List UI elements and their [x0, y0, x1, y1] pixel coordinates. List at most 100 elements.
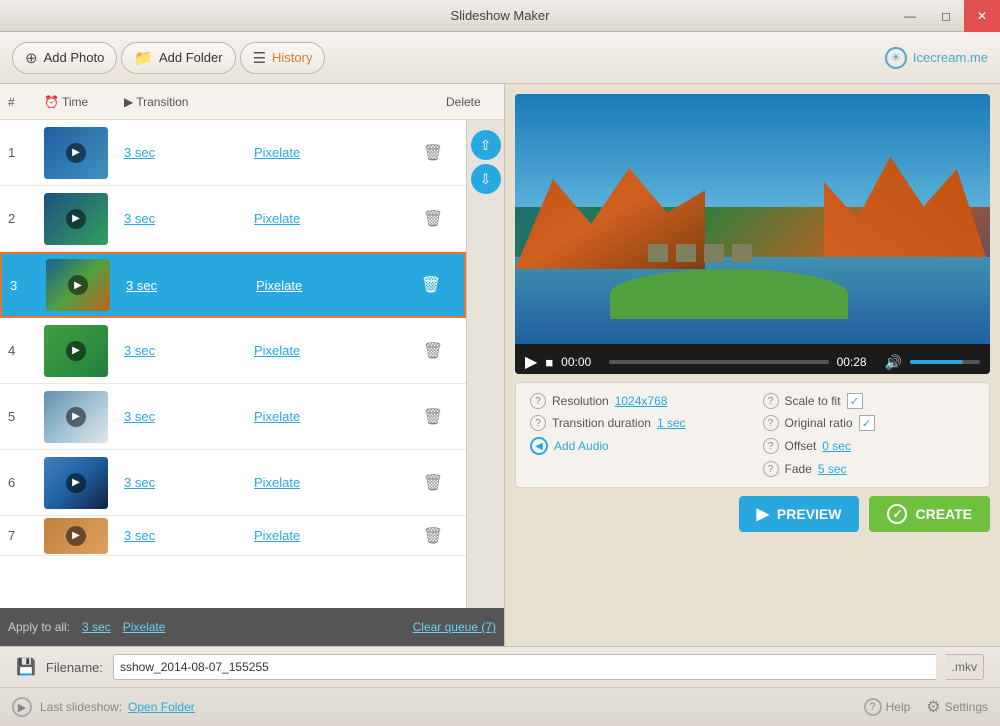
- add-folder-button[interactable]: 📁 Add Folder: [121, 42, 235, 74]
- create-button[interactable]: ✓ CREATE: [869, 496, 990, 532]
- last-slideshow-label: Last slideshow: Open Folder: [40, 700, 195, 714]
- ratio-checkbox[interactable]: ✓: [859, 415, 875, 431]
- play-icon: ▶: [66, 473, 86, 493]
- row-number: 2: [8, 211, 44, 226]
- volume-bar[interactable]: [910, 360, 980, 364]
- delete-button[interactable]: 🗑: [408, 143, 458, 163]
- delete-button[interactable]: 🗑: [408, 341, 458, 361]
- scale-help-icon[interactable]: ?: [763, 393, 779, 409]
- toolbar: ⊕ Add Photo 📁 Add Folder ☰ History ☀ Ice…: [0, 32, 1000, 84]
- resolution-help-icon[interactable]: ?: [530, 393, 546, 409]
- play-icon: ▶: [66, 341, 86, 361]
- volume-fill: [910, 360, 963, 364]
- title-bar: Slideshow Maker — ◻ ✕: [0, 0, 1000, 32]
- offset-help-icon[interactable]: ?: [763, 438, 779, 454]
- resolution-row: ? Resolution 1024x768: [530, 393, 743, 409]
- main-content: # ⏰ Time ▶ Transition Delete 1 ▶: [0, 84, 1000, 646]
- row-time[interactable]: 3 sec: [124, 475, 254, 490]
- settings-button[interactable]: ⚙ Settings: [926, 697, 988, 717]
- play-icon: ▶: [68, 275, 88, 295]
- col-delete-label: Delete: [446, 95, 496, 109]
- row-time[interactable]: 3 sec: [124, 145, 254, 160]
- bottom-area: 💾 Filename: .mkv ▶ Last slideshow: Open …: [0, 646, 1000, 726]
- row-number: 4: [8, 343, 44, 358]
- preview-play-icon: ▶: [757, 504, 769, 524]
- row-transition[interactable]: Pixelate: [254, 409, 408, 424]
- row-number: 6: [8, 475, 44, 490]
- clear-queue-button[interactable]: Clear queue (7): [413, 620, 496, 634]
- fade-value[interactable]: 5 sec: [818, 462, 847, 476]
- delete-button[interactable]: 🗑: [408, 209, 458, 229]
- row-time[interactable]: 3 sec: [124, 528, 254, 543]
- apply-label: Apply to all:: [8, 620, 70, 634]
- table-row[interactable]: 7 ▶ 3 sec Pixelate 🗑: [0, 516, 466, 556]
- table-row[interactable]: 2 ▶ 3 sec Pixelate 🗑: [0, 186, 466, 252]
- preview-button[interactable]: ▶ PREVIEW: [739, 496, 860, 532]
- add-audio-label: Add Audio: [554, 439, 609, 453]
- resolution-value[interactable]: 1024x768: [615, 394, 668, 408]
- scale-checkbox[interactable]: ✓: [847, 393, 863, 409]
- offset-value[interactable]: 0 sec: [822, 439, 851, 453]
- row-number: 5: [8, 409, 44, 424]
- bottom-right-actions: ? Help ⚙ Settings: [864, 697, 988, 717]
- row-transition[interactable]: Pixelate: [254, 211, 408, 226]
- original-ratio-row: ? Original ratio ✓: [763, 415, 976, 431]
- add-photo-button[interactable]: ⊕ Add Photo: [12, 42, 117, 74]
- ratio-help-icon[interactable]: ?: [763, 415, 779, 431]
- row-transition[interactable]: Pixelate: [254, 145, 408, 160]
- help-button[interactable]: ? Help: [864, 698, 911, 716]
- row-transition[interactable]: Pixelate: [254, 343, 408, 358]
- minimize-button[interactable]: —: [892, 0, 928, 32]
- row-time[interactable]: 3 sec: [124, 211, 254, 226]
- filename-row: 💾 Filename: .mkv: [0, 647, 1000, 688]
- fade-row: ? Fade 5 sec: [763, 461, 976, 477]
- filename-ext: .mkv: [946, 654, 984, 680]
- transition-help-icon[interactable]: ?: [530, 415, 546, 431]
- status-row: ▶ Last slideshow: Open Folder ? Help ⚙ S…: [0, 688, 1000, 726]
- history-button[interactable]: ☰ History: [240, 42, 326, 74]
- delete-button[interactable]: 🗑: [406, 275, 456, 295]
- row-time[interactable]: 3 sec: [126, 278, 256, 293]
- row-transition[interactable]: Pixelate: [254, 475, 408, 490]
- table-row[interactable]: 4 ▶ 3 sec Pixelate 🗑: [0, 318, 466, 384]
- row-transition[interactable]: Pixelate: [256, 278, 406, 293]
- row-transition[interactable]: Pixelate: [254, 528, 408, 543]
- add-photo-label: Add Photo: [44, 50, 105, 65]
- clock-icon: ⏰: [44, 95, 59, 109]
- table-row[interactable]: 1 ▶ 3 sec Pixelate 🗑: [0, 120, 466, 186]
- close-button[interactable]: ✕: [964, 0, 1000, 32]
- row-time[interactable]: 3 sec: [124, 409, 254, 424]
- add-audio-button[interactable]: ◀ Add Audio: [530, 437, 743, 455]
- fade-help-icon[interactable]: ?: [763, 461, 779, 477]
- table-row[interactable]: 6 ▶ 3 sec Pixelate 🗑: [0, 450, 466, 516]
- slide-list[interactable]: 1 ▶ 3 sec Pixelate 🗑 2 ▶ 3 s: [0, 120, 466, 608]
- create-check-icon: ✓: [887, 504, 907, 524]
- row-time[interactable]: 3 sec: [124, 343, 254, 358]
- row-number: 1: [8, 145, 44, 160]
- table-header: # ⏰ Time ▶ Transition Delete: [0, 84, 504, 120]
- play-button[interactable]: ▶: [525, 352, 537, 372]
- apply-transition[interactable]: Pixelate: [123, 620, 166, 634]
- video-frame: [515, 94, 990, 344]
- ratio-label: Original ratio: [785, 416, 853, 430]
- volume-icon[interactable]: 🔊: [885, 354, 902, 371]
- move-down-button[interactable]: ⇩: [471, 164, 501, 194]
- restore-button[interactable]: ◻: [928, 0, 964, 32]
- help-circle-icon: ?: [864, 698, 882, 716]
- filename-input[interactable]: [113, 654, 936, 680]
- delete-button[interactable]: 🗑: [408, 407, 458, 427]
- scale-to-fit-row: ? Scale to fit ✓: [763, 393, 976, 409]
- thumbnail: ▶: [46, 259, 110, 311]
- delete-button[interactable]: 🗑: [408, 473, 458, 493]
- last-slideshow-icon: ▶: [12, 697, 32, 717]
- open-folder-link[interactable]: Open Folder: [128, 700, 195, 714]
- move-up-button[interactable]: ⇧: [471, 130, 501, 160]
- transition-duration-value[interactable]: 1 sec: [657, 416, 686, 430]
- stop-button[interactable]: ■: [545, 355, 553, 370]
- table-row[interactable]: 5 ▶ 3 sec Pixelate 🗑: [0, 384, 466, 450]
- icecream-button[interactable]: ☀ Icecream.me: [885, 47, 988, 69]
- delete-button[interactable]: 🗑: [408, 526, 458, 546]
- table-row[interactable]: 3 ▶ 3 sec Pixelate 🗑: [0, 252, 466, 318]
- apply-time[interactable]: 3 sec: [82, 620, 111, 634]
- progress-bar[interactable]: [609, 360, 828, 364]
